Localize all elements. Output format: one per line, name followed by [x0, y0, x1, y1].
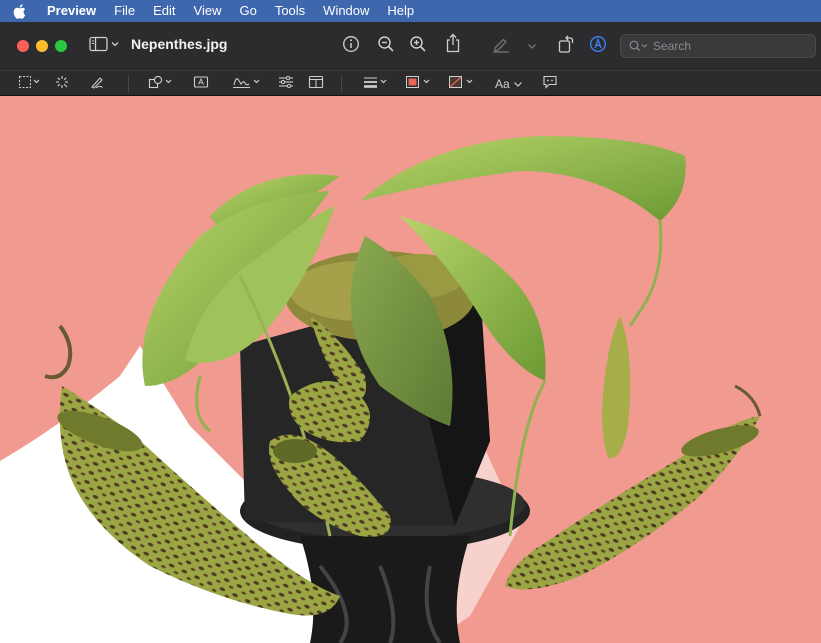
- share-icon: [445, 33, 461, 58]
- text-style-icon: [513, 80, 523, 88]
- menu-app-name[interactable]: Preview: [38, 0, 105, 22]
- zoom-window-button[interactable]: [55, 40, 67, 52]
- zoom-in-button[interactable]: [408, 35, 428, 58]
- shapes-icon: [148, 75, 174, 94]
- menu-file[interactable]: File: [105, 0, 144, 22]
- rotate-icon: [557, 34, 575, 59]
- image-canvas[interactable]: [0, 96, 821, 643]
- sign-icon: [232, 75, 262, 94]
- fill-color-button[interactable]: [448, 75, 476, 93]
- sidebar-toggle-button[interactable]: [88, 36, 122, 56]
- border-color-icon: [405, 75, 433, 94]
- text-box-button[interactable]: [193, 75, 209, 93]
- nepenthes-photo: [0, 136, 762, 643]
- instant-alpha-icon: [55, 75, 69, 94]
- shapes-button[interactable]: [148, 75, 174, 93]
- fill-color-icon: [448, 75, 476, 94]
- menu-window[interactable]: Window: [314, 0, 378, 22]
- minimize-window-button[interactable]: [36, 40, 48, 52]
- shape-style-button[interactable]: [363, 75, 389, 93]
- menu-tools[interactable]: Tools: [266, 0, 314, 22]
- highlight-pen-icon: [491, 35, 511, 58]
- text-style-button[interactable]: Aa: [495, 75, 523, 93]
- sketch-button[interactable]: [90, 75, 104, 93]
- window-toolbar: Nepenthes.jpg: [0, 22, 821, 70]
- toolbar-divider: [341, 76, 342, 92]
- chevron-down-icon: [527, 37, 537, 55]
- toolbar-divider: [128, 76, 129, 92]
- menu-view[interactable]: View: [185, 0, 231, 22]
- document-title: Nepenthes.jpg: [131, 36, 228, 52]
- markup-toolbar: Aa: [0, 70, 821, 96]
- page-layout-icon: [308, 75, 324, 94]
- menu-help[interactable]: Help: [378, 0, 423, 22]
- adjust-color-button[interactable]: [278, 75, 294, 93]
- zoom-out-icon: [377, 35, 395, 58]
- text-box-icon: [193, 75, 209, 94]
- text-style-label: Aa: [495, 77, 510, 91]
- note-icon: [542, 75, 558, 94]
- rectangular-selection-icon: [18, 75, 42, 94]
- page-layout-button[interactable]: [308, 75, 324, 93]
- note-button[interactable]: [542, 75, 558, 93]
- menu-go[interactable]: Go: [230, 0, 265, 22]
- markup-icon: [589, 35, 607, 58]
- markup-toolbar-button[interactable]: [588, 35, 608, 58]
- search-icon: [629, 40, 649, 52]
- share-button[interactable]: [443, 33, 463, 58]
- border-color-button[interactable]: [405, 75, 433, 93]
- zoom-out-button[interactable]: [376, 35, 396, 58]
- info-icon: [342, 35, 360, 58]
- selection-tool-button[interactable]: [18, 75, 42, 93]
- adjust-color-icon: [278, 75, 294, 94]
- shape-style-icon: [363, 75, 389, 94]
- instant-alpha-button[interactable]: [55, 75, 69, 93]
- apple-logo-icon[interactable]: [0, 3, 38, 19]
- close-window-button[interactable]: [17, 40, 29, 52]
- menu-bar: Preview File Edit View Go Tools Window H…: [0, 0, 821, 22]
- rotate-button[interactable]: [556, 34, 576, 59]
- sidebar-icon: [89, 36, 121, 57]
- highlight-options-button[interactable]: [525, 38, 539, 54]
- info-button[interactable]: [341, 35, 361, 58]
- search-input[interactable]: [649, 39, 803, 53]
- zoom-in-icon: [409, 35, 427, 58]
- search-field[interactable]: [620, 34, 816, 58]
- highlight-button[interactable]: [490, 36, 512, 56]
- menu-edit[interactable]: Edit: [144, 0, 184, 22]
- sketch-icon: [90, 75, 104, 94]
- sign-button[interactable]: [232, 75, 262, 93]
